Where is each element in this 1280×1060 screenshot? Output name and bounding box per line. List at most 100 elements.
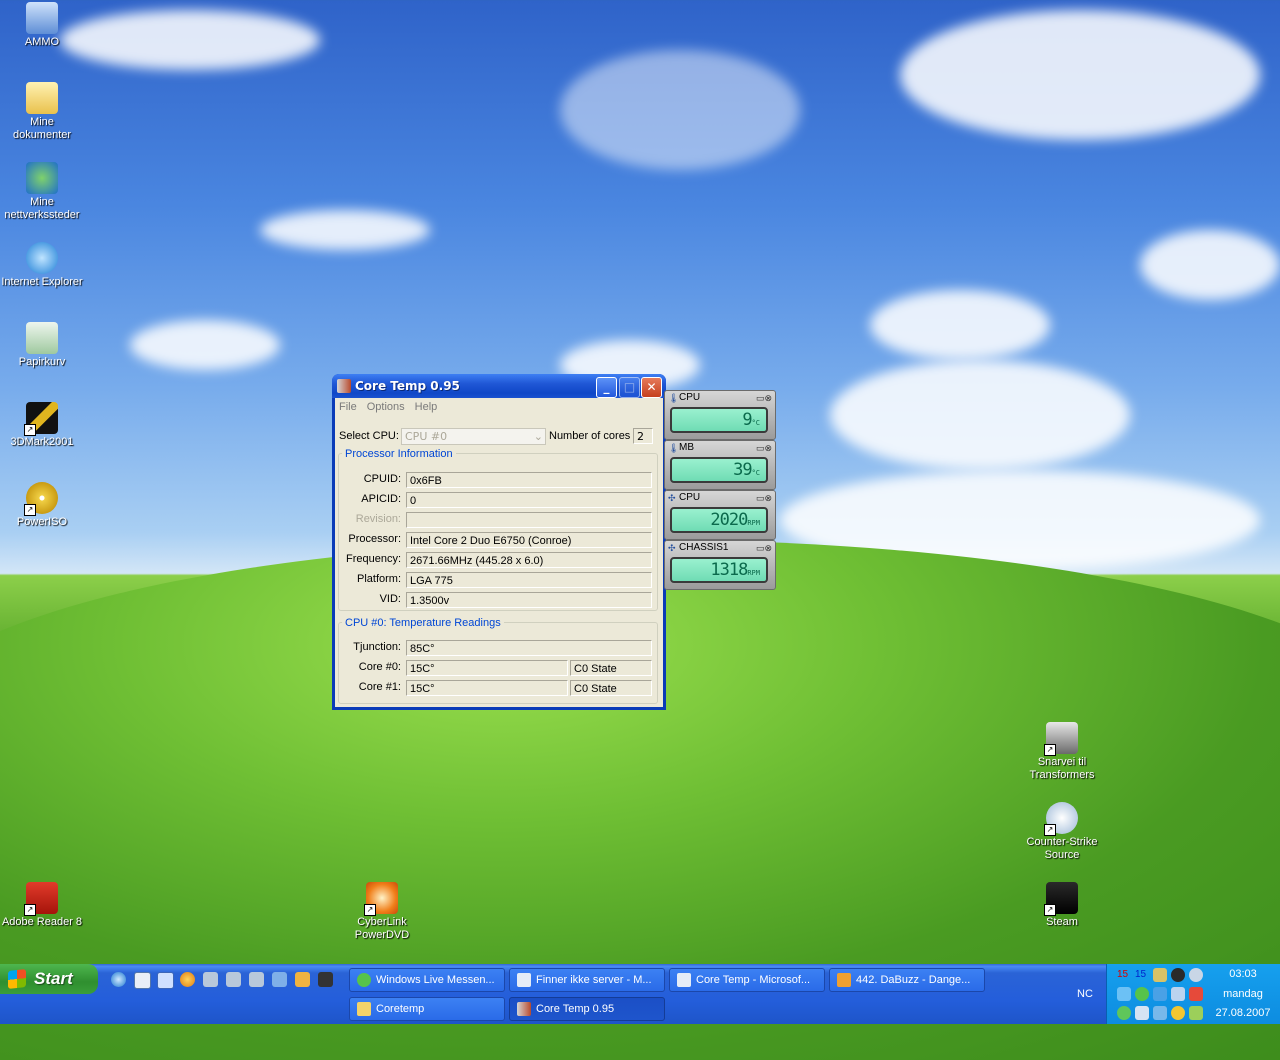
tray-messenger-icon[interactable] bbox=[1135, 987, 1149, 1001]
start-button[interactable]: Start bbox=[0, 964, 98, 994]
platform-label: Platform: bbox=[356, 573, 401, 585]
core-temp-icon bbox=[517, 1002, 531, 1016]
menu-bar: File Options Help bbox=[335, 398, 663, 416]
quicklaunch-app3-icon[interactable] bbox=[249, 972, 264, 987]
thermometer-icon: 🌡 bbox=[668, 443, 680, 453]
temperature-group-title: CPU #0: Temperature Readings bbox=[342, 617, 504, 629]
start-label: Start bbox=[34, 969, 73, 988]
folder-icon bbox=[357, 1002, 371, 1016]
disc-icon: ↗ bbox=[24, 482, 58, 516]
task-label: 442. DaBuzz - Dange... bbox=[856, 974, 971, 986]
cpuid-value: 0x6FB bbox=[406, 472, 652, 488]
desktop-icon-mine-dokumenter[interactable]: Mine dokumenter bbox=[0, 82, 84, 142]
desktop-icon-mine-nettverkssteder[interactable]: Mine nettverkssteder bbox=[0, 162, 84, 222]
quicklaunch-app5-icon[interactable] bbox=[295, 972, 310, 987]
quicklaunch-app2-icon[interactable] bbox=[226, 972, 241, 987]
close-button[interactable]: ✕ bbox=[641, 377, 662, 398]
messenger-icon bbox=[357, 973, 371, 987]
gadget-lcd: 1318RPM bbox=[670, 557, 768, 583]
tray-app9-icon[interactable] bbox=[1189, 1006, 1203, 1020]
quicklaunch-app1-icon[interactable] bbox=[203, 972, 218, 987]
apicid-value: 0 bbox=[406, 492, 652, 508]
gadget-cpu-fan[interactable]: ✣ CPU ▭⊗ 2020RPM bbox=[664, 490, 776, 540]
task-coretemp-folder[interactable]: Coretemp bbox=[349, 997, 505, 1021]
desktop-icon-label: 3DMark2001 bbox=[10, 436, 74, 448]
quicklaunch-ie-icon[interactable] bbox=[111, 972, 126, 987]
task-windows-live-messenger[interactable]: Windows Live Messen... bbox=[349, 968, 505, 992]
clock-time[interactable]: 03:03 bbox=[1211, 968, 1275, 980]
tray-app3-icon[interactable] bbox=[1117, 987, 1131, 1001]
core0-state: C0 State bbox=[570, 660, 652, 676]
task-finner-ikke-server[interactable]: Finner ikke server - M... bbox=[509, 968, 665, 992]
quicklaunch-media-player-icon[interactable] bbox=[180, 972, 195, 987]
desktop-icon-cyberlink-powerdvd[interactable]: ↗ CyberLink PowerDVD bbox=[340, 882, 424, 942]
tray-app4-icon[interactable] bbox=[1153, 987, 1167, 1001]
minimize-button[interactable]: _ bbox=[596, 377, 617, 398]
gadget-unit: RPM bbox=[747, 519, 760, 527]
gadget-cpu-temp[interactable]: 🌡 CPU ▭⊗ 9°C bbox=[664, 390, 776, 440]
gadget-chassis-fan[interactable]: ✣ CHASSIS1 ▭⊗ 1318RPM bbox=[664, 540, 776, 590]
tray-steam-icon[interactable] bbox=[1171, 968, 1185, 982]
tray-temp-2: 15 bbox=[1135, 969, 1147, 980]
desktop-icon-ammo[interactable]: AMMO bbox=[0, 2, 84, 49]
gadget-controls-icon[interactable]: ▭⊗ bbox=[756, 542, 772, 555]
frequency-label: Frequency: bbox=[345, 553, 401, 565]
powerdvd-icon: ↗ bbox=[364, 882, 398, 916]
desktop-icon-papirkurv[interactable]: Papirkurv bbox=[0, 322, 84, 369]
task-core-temp-window[interactable]: Core Temp 0.95 bbox=[509, 997, 665, 1021]
quicklaunch-app4-icon[interactable] bbox=[272, 972, 287, 987]
quicklaunch-desktop-icon[interactable] bbox=[157, 972, 174, 989]
tray-app6-icon[interactable] bbox=[1135, 1006, 1149, 1020]
quicklaunch-outlook-icon[interactable] bbox=[134, 972, 151, 989]
tray-app2-icon[interactable] bbox=[1189, 968, 1203, 982]
vid-label: VID: bbox=[379, 593, 401, 605]
desktop-icon-label: Snarvei til Transformers bbox=[1029, 756, 1095, 781]
gadget-controls-icon[interactable]: ▭⊗ bbox=[756, 442, 772, 455]
menu-options[interactable]: Options bbox=[367, 401, 405, 413]
gadget-label: MB bbox=[679, 442, 694, 453]
core1-state: C0 State bbox=[570, 680, 652, 696]
gadget-lcd: 9°C bbox=[670, 407, 768, 433]
desktop-icon-counter-strike[interactable]: ↗ Counter-Strike Source bbox=[1020, 802, 1104, 862]
tray-app7-icon[interactable] bbox=[1153, 1006, 1167, 1020]
tray-app8-icon[interactable] bbox=[1171, 1006, 1185, 1020]
gadget-controls-icon[interactable]: ▭⊗ bbox=[756, 392, 772, 405]
browser-icon bbox=[677, 973, 691, 987]
tray-network-icon[interactable] bbox=[1171, 987, 1185, 1001]
desktop-icon-3dmark2001[interactable]: ↗ 3DMark2001 bbox=[0, 402, 84, 449]
maximize-button: □ bbox=[619, 377, 640, 398]
core1-label: Core #1: bbox=[358, 681, 401, 693]
desktop-icon-label: CyberLink PowerDVD bbox=[354, 916, 410, 941]
desktop-icon-internet-explorer[interactable]: Internet Explorer bbox=[0, 242, 84, 289]
winamp-icon bbox=[837, 973, 851, 987]
network-icon bbox=[26, 162, 58, 194]
tray-app1-icon[interactable] bbox=[1153, 968, 1167, 982]
desktop-icon-label: PowerISO bbox=[16, 516, 68, 528]
desktop-icon-transformers[interactable]: ↗ Snarvei til Transformers bbox=[1020, 722, 1104, 782]
desktop-icon-steam[interactable]: ↗ Steam bbox=[1020, 882, 1104, 929]
task-dabuzz[interactable]: 442. DaBuzz - Dange... bbox=[829, 968, 985, 992]
gadget-mb-temp[interactable]: 🌡 MB ▭⊗ 39°C bbox=[664, 440, 776, 490]
taskbar: Start Windows Live Messen... Finner ikke… bbox=[0, 964, 1280, 1024]
task-label: Coretemp bbox=[376, 1003, 425, 1015]
core-temp-window[interactable]: Core Temp 0.95 _ □ ✕ File Options Help S… bbox=[332, 374, 666, 710]
steam-icon: ↗ bbox=[1044, 882, 1078, 916]
tray-temp-1: 15 bbox=[1117, 969, 1129, 980]
core1-temp: 15C° bbox=[406, 680, 568, 696]
gadget-controls-icon[interactable]: ▭⊗ bbox=[756, 492, 772, 505]
desktop-icon-label: Counter-Strike Source bbox=[1026, 836, 1098, 861]
quicklaunch-app6-icon[interactable] bbox=[318, 972, 333, 987]
transformers-icon: ↗ bbox=[1044, 722, 1078, 756]
gadget-unit: °C bbox=[751, 469, 760, 477]
desktop-icon-label: Adobe Reader 8 bbox=[1, 916, 83, 928]
processor-fields: CPUID: 0x6FB APICID: 0 Revision: Process… bbox=[335, 472, 660, 612]
tray-app5-icon[interactable] bbox=[1117, 1006, 1131, 1020]
tray-volume-icon[interactable] bbox=[1189, 987, 1203, 1001]
window-title: Core Temp 0.95 bbox=[355, 379, 460, 393]
browser-icon bbox=[517, 973, 531, 987]
desktop-icon-poweriso[interactable]: ↗ PowerISO bbox=[0, 482, 84, 529]
desktop-icon-adobe-reader[interactable]: ↗ Adobe Reader 8 bbox=[0, 882, 84, 929]
menu-file[interactable]: File bbox=[339, 401, 357, 413]
menu-help[interactable]: Help bbox=[415, 401, 438, 413]
task-core-temp-microsoft[interactable]: Core Temp - Microsof... bbox=[669, 968, 825, 992]
